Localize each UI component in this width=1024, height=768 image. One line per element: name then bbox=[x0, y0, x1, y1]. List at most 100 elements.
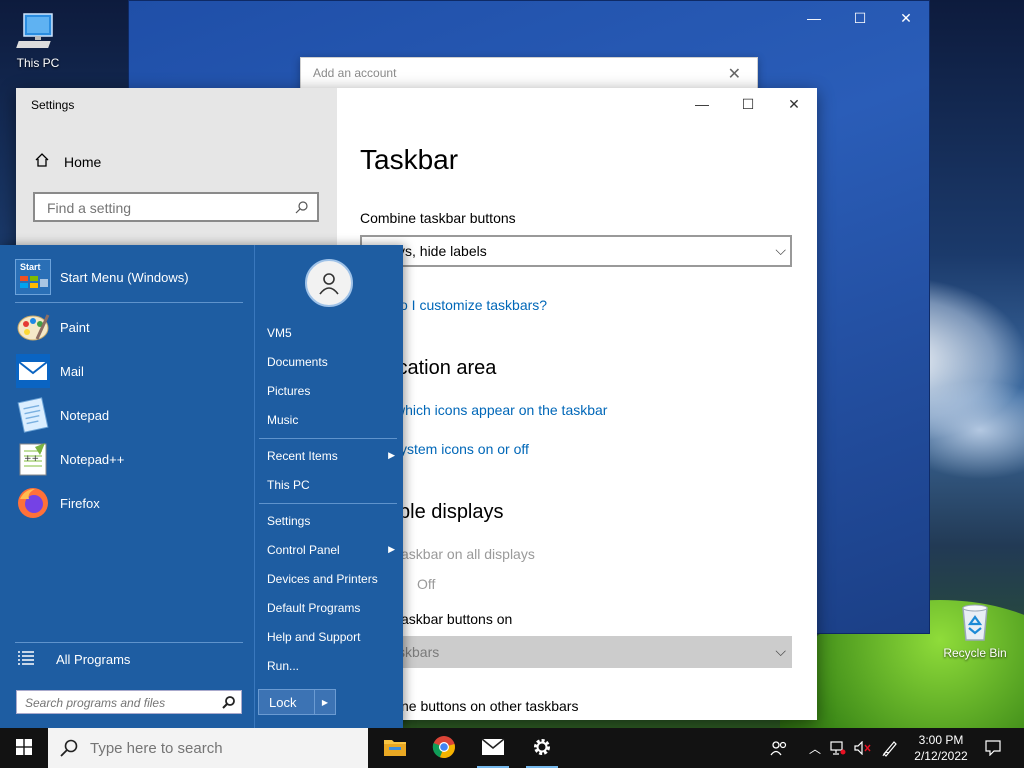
window-title: Settings bbox=[31, 98, 75, 112]
windows-logo-icon bbox=[16, 738, 32, 758]
network-icon[interactable] bbox=[828, 728, 848, 768]
start-item-label: Control Panel bbox=[267, 543, 340, 557]
notifications-icon[interactable] bbox=[978, 728, 1008, 768]
file-explorer-icon bbox=[383, 737, 407, 760]
all-programs-label: All Programs bbox=[56, 652, 131, 667]
start-item-help-support[interactable]: Help and Support bbox=[267, 630, 395, 644]
taskbar-mail[interactable] bbox=[469, 728, 517, 768]
program-label: Paint bbox=[60, 319, 90, 335]
program-paint[interactable]: Paint bbox=[15, 309, 90, 345]
program-mail[interactable]: Mail bbox=[15, 353, 84, 389]
find-setting-box[interactable] bbox=[33, 192, 319, 222]
start-item-run[interactable]: Run... bbox=[267, 659, 395, 673]
program-firefox[interactable]: Firefox bbox=[15, 485, 100, 521]
nav-home[interactable]: Home bbox=[34, 152, 101, 171]
find-setting-input[interactable] bbox=[45, 199, 289, 217]
program-start-menu[interactable]: Start Start Menu (Windows) bbox=[15, 259, 189, 295]
start-item-this-pc[interactable]: This PC bbox=[267, 478, 395, 492]
people-icon[interactable] bbox=[766, 728, 792, 768]
divider bbox=[15, 302, 243, 303]
combine-dropdown-value: ys, hide labels bbox=[398, 243, 487, 259]
start-item-pictures[interactable]: Pictures bbox=[267, 384, 395, 398]
combine-label: Combine taskbar buttons bbox=[360, 210, 516, 226]
start-item-user[interactable]: VM5 bbox=[267, 326, 395, 340]
start-item-control-panel[interactable]: Control Panel ▶ bbox=[267, 543, 395, 557]
search-icon[interactable] bbox=[222, 695, 236, 712]
computer-icon bbox=[16, 10, 60, 54]
settings-content: — ☐ ✕ Taskbar Combine taskbar buttons ys… bbox=[337, 88, 817, 720]
minimize-icon[interactable]: — bbox=[679, 88, 725, 120]
desktop-icon-recycle-bin[interactable]: Recycle Bin bbox=[939, 600, 1011, 660]
start-search-input[interactable] bbox=[23, 695, 217, 711]
start-item-devices-printers[interactable]: Devices and Printers bbox=[267, 572, 395, 586]
search-icon[interactable] bbox=[295, 200, 309, 217]
taskbar: ︿ 3:00 PM 2/12/2022 bbox=[0, 728, 1024, 768]
show-buttons-on-label: askbar buttons on bbox=[401, 611, 513, 627]
start-item-documents[interactable]: Documents bbox=[267, 355, 395, 369]
clock[interactable]: 3:00 PM 2/12/2022 bbox=[906, 732, 976, 764]
all-programs-button[interactable]: All Programs bbox=[18, 651, 130, 668]
desktop-icon-label: This PC bbox=[16, 56, 60, 70]
volume-muted-icon[interactable] bbox=[852, 728, 874, 768]
combine-other-label: ne buttons on other taskbars bbox=[401, 698, 579, 714]
firefox-icon bbox=[15, 485, 51, 521]
user-avatar-icon[interactable] bbox=[305, 259, 353, 307]
taskbar-chrome[interactable] bbox=[420, 728, 468, 768]
arrow-right-icon: ▶ bbox=[388, 544, 395, 554]
start-item-settings[interactable]: Settings bbox=[267, 514, 395, 528]
pen-icon[interactable] bbox=[878, 728, 902, 768]
recycle-bin-icon bbox=[953, 600, 997, 644]
mail-icon bbox=[481, 737, 505, 759]
chevron-up-icon[interactable]: ︿ bbox=[806, 728, 824, 768]
desktop-icon-this-pc[interactable]: This PC bbox=[2, 10, 74, 70]
buttons-on-value: skbars bbox=[398, 644, 440, 660]
show-all-displays-label: askbar on all displays bbox=[401, 546, 535, 562]
start-item-default-programs[interactable]: Default Programs bbox=[267, 601, 395, 615]
close-icon[interactable]: ✕ bbox=[771, 88, 817, 120]
minimize-icon[interactable]: — bbox=[791, 1, 837, 35]
start-button[interactable] bbox=[0, 728, 48, 768]
select-icons-link[interactable]: which icons appear on the taskbar bbox=[395, 402, 607, 418]
start-search-box[interactable] bbox=[16, 690, 242, 714]
paint-icon bbox=[15, 309, 51, 345]
customize-taskbars-link[interactable]: o I customize taskbars? bbox=[400, 297, 547, 313]
taskbar-search-input[interactable] bbox=[88, 739, 352, 758]
search-icon bbox=[60, 739, 78, 760]
start-item-music[interactable]: Music bbox=[267, 413, 395, 427]
taskbar-settings[interactable] bbox=[518, 728, 566, 768]
close-icon[interactable]: ✕ bbox=[728, 64, 741, 84]
svg-text:++: ++ bbox=[24, 454, 39, 464]
mail-icon bbox=[15, 353, 51, 389]
maximize-icon[interactable]: ☐ bbox=[837, 1, 883, 35]
add-account-title: Add an account bbox=[313, 66, 397, 80]
close-icon[interactable]: ✕ bbox=[883, 1, 929, 35]
desktop: This PC Da Recycle Bin — ☐ ✕ Add an acco… bbox=[0, 0, 1024, 728]
program-notepadpp[interactable]: ++ Notepad++ bbox=[15, 441, 124, 477]
arrow-right-icon[interactable]: ▶ bbox=[314, 690, 335, 714]
start-menu[interactable]: Start Start Menu (Windows) Paint Mail No… bbox=[0, 245, 403, 728]
program-label: Start Menu (Windows) bbox=[60, 269, 189, 285]
taskbar-search-box[interactable] bbox=[48, 728, 368, 768]
taskbar-file-explorer[interactable] bbox=[371, 728, 419, 768]
start-menu-programs: Start Start Menu (Windows) Paint Mail No… bbox=[0, 245, 254, 728]
divider bbox=[15, 642, 243, 643]
maximize-icon[interactable]: ☐ bbox=[725, 88, 771, 120]
chevron-down-icon: ⌵ bbox=[775, 643, 786, 659]
buttons-on-dropdown[interactable]: skbars ⌵ bbox=[360, 636, 792, 668]
combine-dropdown[interactable]: ys, hide labels ⌵ bbox=[360, 235, 792, 267]
chrome-icon bbox=[432, 735, 456, 762]
desktop-icon-label: Recycle Bin bbox=[943, 646, 1007, 660]
nav-home-label: Home bbox=[64, 153, 102, 170]
lock-label: Lock bbox=[269, 695, 297, 710]
system-icons-link[interactable]: ystem icons on or off bbox=[400, 441, 529, 457]
start-menu-places: VM5 Documents Pictures Music Recent Item… bbox=[254, 245, 404, 728]
lock-button[interactable]: Lock ▶ bbox=[258, 689, 336, 715]
start-item-recent-items[interactable]: Recent Items ▶ bbox=[267, 449, 395, 463]
program-label: Mail bbox=[60, 363, 84, 379]
clock-date: 2/12/2022 bbox=[914, 749, 968, 763]
add-account-dialog[interactable]: Add an account ✕ bbox=[300, 57, 758, 91]
notepad-icon bbox=[15, 397, 51, 433]
settings-gear-icon bbox=[531, 736, 553, 761]
program-notepad[interactable]: Notepad bbox=[15, 397, 109, 433]
divider bbox=[259, 503, 397, 504]
